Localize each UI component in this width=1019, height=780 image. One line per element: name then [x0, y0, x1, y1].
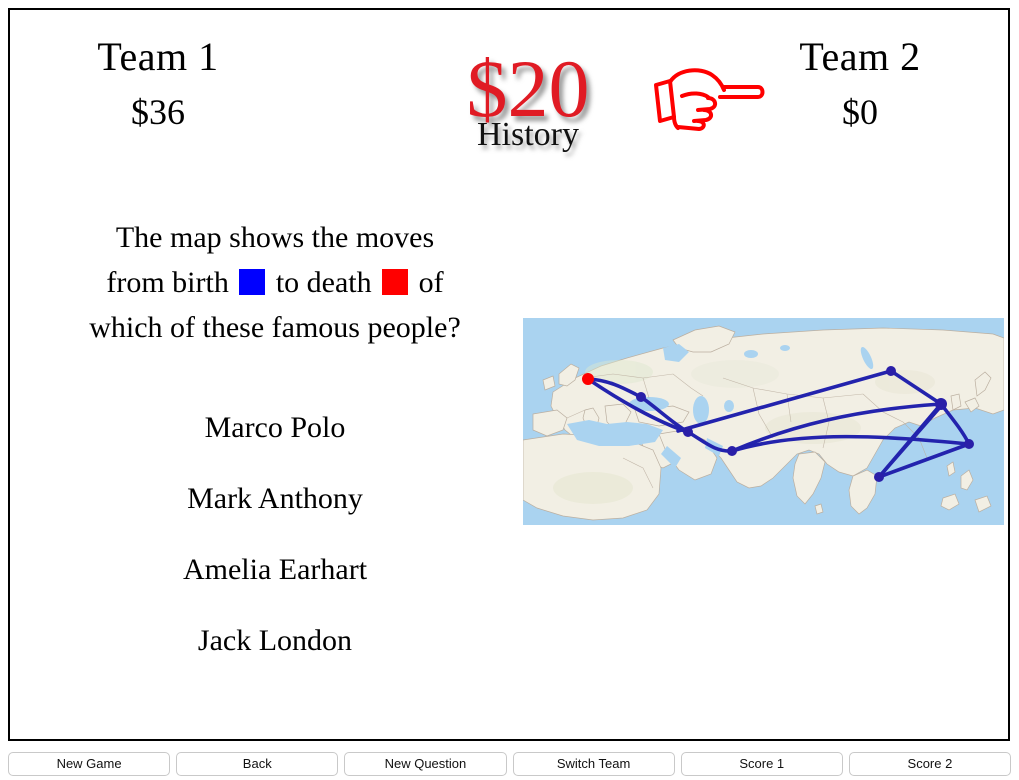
team-1-panel: Team 1 $36	[28, 32, 288, 136]
score-1-button[interactable]: Score 1	[680, 752, 843, 776]
switch-team-button[interactable]: Switch Team	[512, 752, 675, 776]
death-marker	[582, 373, 594, 385]
team-1-name: Team 1	[97, 34, 219, 79]
answer-option-3[interactable]: Amelia Earhart	[40, 552, 510, 588]
team-2-score: $0	[842, 92, 878, 132]
content-panel: Team 1 $36 $20 History Team 2 $0 The map…	[8, 8, 1010, 741]
scoreboard-header: Team 1 $36 $20 History Team 2 $0	[10, 10, 1008, 170]
team-1-score: $36	[131, 92, 185, 132]
back-button[interactable]: Back	[176, 752, 339, 776]
birth-color-swatch	[239, 269, 266, 295]
team-2-name: Team 2	[799, 34, 921, 79]
answer-option-4[interactable]: Jack London	[40, 623, 510, 659]
question-line-2-part-2: to death	[275, 266, 372, 299]
new-question-button[interactable]: New Question	[344, 752, 507, 776]
answer-options-list: Marco Polo Mark Anthony Amelia Earhart J…	[40, 410, 510, 694]
question-line-1: The map shows the moves	[115, 221, 435, 254]
answer-option-1[interactable]: Marco Polo	[40, 410, 510, 446]
death-color-swatch	[382, 269, 409, 295]
question-value-panel: $20 History	[438, 48, 618, 168]
question-category: History	[477, 116, 579, 153]
question-line-2-part-3: of	[418, 266, 444, 299]
team-2-panel: Team 2 $0	[730, 32, 990, 136]
question-line-2-part-1: from birth	[106, 266, 229, 299]
answer-option-2[interactable]: Mark Anthony	[40, 481, 510, 517]
question-line-3: which of these famous people?	[89, 311, 461, 344]
score-2-button[interactable]: Score 2	[848, 752, 1012, 776]
new-game-button[interactable]: New Game	[8, 752, 171, 776]
bottom-toolbar: New Game Back New Question Switch Team S…	[0, 748, 1019, 780]
route-map-image	[523, 318, 1004, 525]
question-prompt: The map shows the moves from birth to de…	[40, 215, 510, 350]
